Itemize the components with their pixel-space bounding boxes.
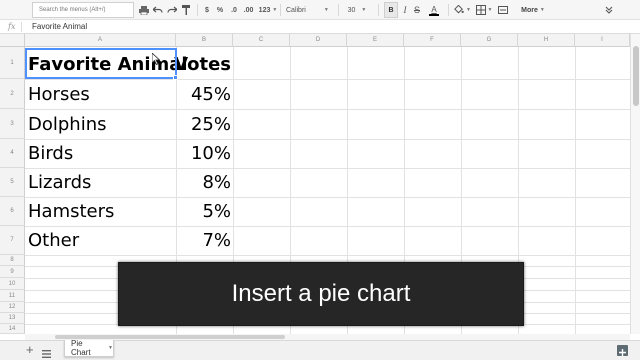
column-header-d[interactable]: D xyxy=(290,34,347,47)
font-size-value: 30 xyxy=(347,6,356,14)
redo-icon[interactable] xyxy=(166,2,178,18)
text-color-label: A xyxy=(431,4,437,14)
row-header-1[interactable]: 1 xyxy=(0,47,25,79)
column-header-i[interactable]: I xyxy=(575,34,630,47)
chevron-down-icon: ▼ xyxy=(539,7,545,13)
italic-button[interactable]: I xyxy=(400,2,410,18)
increase-decimal-button[interactable]: .00 xyxy=(241,2,256,18)
percent-format-button[interactable]: % xyxy=(215,2,225,18)
cell-animal[interactable]: Horses xyxy=(28,80,90,109)
undo-icon[interactable] xyxy=(152,2,164,18)
row-header-5[interactable]: 5 xyxy=(0,168,25,197)
toolbar: Search the menus (Alt+/) $ % .0 .00 123 ▼… xyxy=(0,0,640,20)
strikethrough-button[interactable]: S xyxy=(412,2,422,18)
cell-votes[interactable]: 10% xyxy=(176,139,231,168)
bold-button[interactable]: B xyxy=(384,2,398,18)
grid-line xyxy=(25,139,630,140)
row-header-13[interactable]: 13 xyxy=(0,313,25,324)
font-family-value: Calibri xyxy=(286,6,306,14)
row-header-9[interactable]: 9 xyxy=(0,266,25,278)
more-label: More xyxy=(521,6,538,14)
column-header-b[interactable]: B xyxy=(176,34,233,47)
formula-bar: fx Favorite Animal xyxy=(0,20,640,34)
decrease-decimal-button[interactable]: .0 xyxy=(228,2,240,18)
fill-color-icon[interactable]: ▼ xyxy=(453,2,471,18)
grid-line xyxy=(25,197,630,198)
add-sheet-icon[interactable]: + xyxy=(26,342,34,357)
collapse-toolbar-icon[interactable] xyxy=(602,2,616,18)
cell-animal[interactable]: Dolphins xyxy=(28,110,107,139)
more-toolbar-button[interactable]: More ▼ xyxy=(514,2,552,18)
column-header-a[interactable]: A xyxy=(25,34,176,47)
paint-format-icon[interactable] xyxy=(180,2,192,18)
merge-cells-icon[interactable] xyxy=(497,2,509,18)
cell-votes[interactable]: 8% xyxy=(176,168,231,197)
column-header-h[interactable]: H xyxy=(518,34,575,47)
chevron-down-icon: ▼ xyxy=(487,7,493,13)
toolbar-divider xyxy=(197,4,198,16)
chevron-down-icon: ▼ xyxy=(108,345,113,351)
cell-votes[interactable]: 45% xyxy=(176,80,231,109)
print-icon[interactable] xyxy=(138,2,150,18)
row-header-7[interactable]: 7 xyxy=(0,226,25,255)
select-all-corner[interactable] xyxy=(0,34,25,47)
vertical-scrollbar[interactable] xyxy=(630,34,640,334)
grid-line xyxy=(25,109,630,110)
cell-animal[interactable]: Hamsters xyxy=(28,197,114,226)
chevron-down-icon: ▼ xyxy=(272,7,278,13)
mouse-pointer-icon xyxy=(152,53,160,65)
toolbar-divider xyxy=(280,4,281,16)
sheet-list-icon[interactable] xyxy=(42,345,51,360)
sheet-tab-pie-chart[interactable]: Pie Chart ▼ xyxy=(64,339,114,357)
text-color-swatch xyxy=(429,13,439,16)
grid-line xyxy=(25,168,630,169)
chevron-down-icon: ▼ xyxy=(323,7,329,13)
chevron-down-icon: ▼ xyxy=(466,7,471,13)
row-header-10[interactable]: 10 xyxy=(0,278,25,290)
explore-icon[interactable] xyxy=(617,345,628,356)
row-header-14[interactable]: 14 xyxy=(0,324,25,334)
row-header-12[interactable]: 12 xyxy=(0,302,25,313)
row-header-11[interactable]: 11 xyxy=(0,290,25,302)
formula-input[interactable]: Favorite Animal xyxy=(32,22,87,31)
font-size-dropdown[interactable]: 30 ▼ xyxy=(346,2,368,18)
toolbar-divider xyxy=(448,4,449,16)
formula-divider xyxy=(21,22,22,32)
sheet-tab-label: Pie Chart xyxy=(71,339,91,357)
cell-votes[interactable]: 7% xyxy=(176,226,231,255)
row-header-6[interactable]: 6 xyxy=(0,197,25,226)
cell-votes[interactable]: 25% xyxy=(176,110,231,139)
menu-search-input[interactable]: Search the menus (Alt+/) xyxy=(32,2,134,18)
row-header-4[interactable]: 4 xyxy=(0,139,25,168)
cell-animal[interactable]: Birds xyxy=(28,139,73,168)
number-format-dropdown[interactable]: 123 ▼ xyxy=(258,2,278,18)
row-header-3[interactable]: 3 xyxy=(0,109,25,139)
currency-format-button[interactable]: $ xyxy=(202,2,212,18)
row-header-2[interactable]: 2 xyxy=(0,79,25,109)
column-header-e[interactable]: E xyxy=(347,34,404,47)
column-header-f[interactable]: F xyxy=(404,34,461,47)
text-color-button[interactable]: A xyxy=(425,2,443,18)
fx-icon: fx xyxy=(8,22,16,31)
instruction-caption: Insert a pie chart xyxy=(118,262,524,326)
number-format-label: 123 xyxy=(258,6,271,14)
vertical-scroll-thumb[interactable] xyxy=(633,46,639,106)
grid-line xyxy=(25,255,630,256)
chevron-down-icon: ▼ xyxy=(361,7,367,13)
cell-animal[interactable]: Lizards xyxy=(28,168,91,197)
font-family-dropdown[interactable]: Calibri ▼ xyxy=(284,2,334,18)
sheet-tabs-bar: + Pie Chart ▼ xyxy=(0,339,640,360)
row-header-8[interactable]: 8 xyxy=(0,255,25,266)
borders-icon[interactable]: ▼ xyxy=(475,2,493,18)
cell-b1-header[interactable]: Votes xyxy=(174,50,231,79)
cell-votes[interactable]: 5% xyxy=(176,197,231,226)
grid-line xyxy=(25,79,630,80)
grid-line xyxy=(25,226,630,227)
column-header-g[interactable]: G xyxy=(461,34,518,47)
toolbar-divider xyxy=(378,4,379,16)
column-header-c[interactable]: C xyxy=(233,34,290,47)
cell-animal[interactable]: Other xyxy=(28,226,79,255)
toolbar-divider xyxy=(338,4,339,16)
fill-handle[interactable] xyxy=(173,75,178,80)
